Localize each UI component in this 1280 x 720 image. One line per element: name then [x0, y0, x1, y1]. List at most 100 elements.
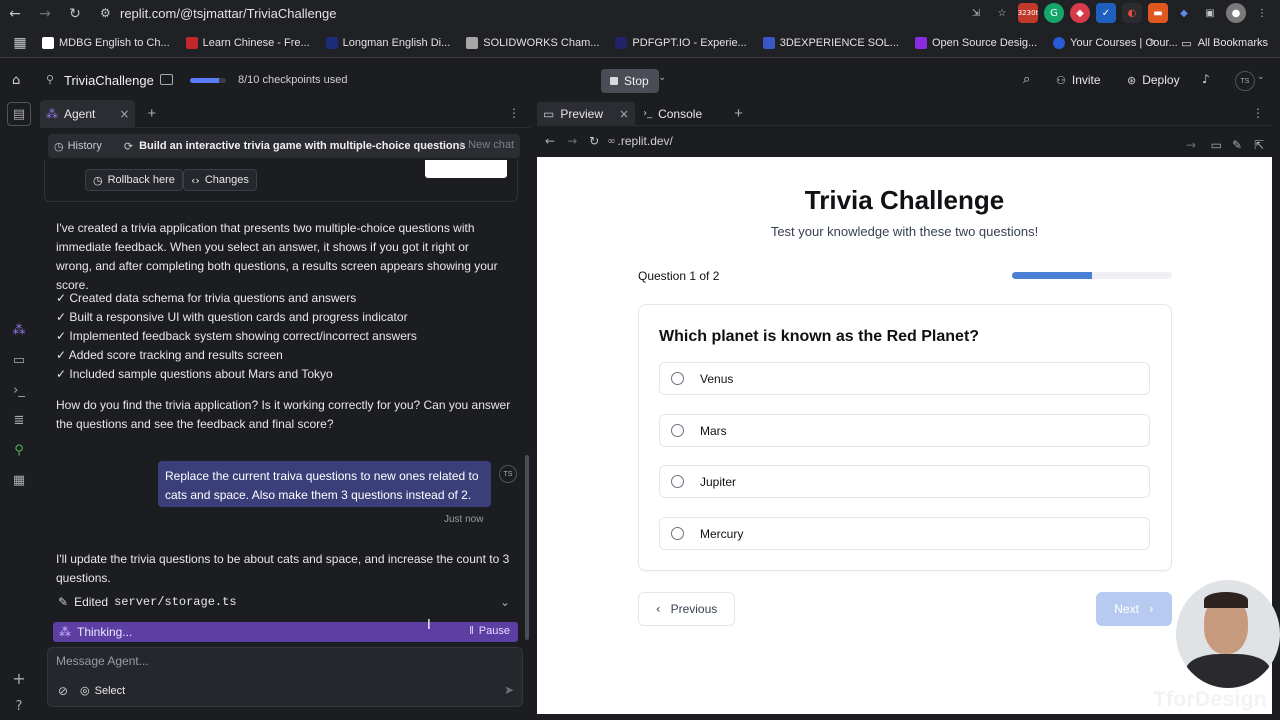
menu-dots-icon[interactable]: ⋮: [1252, 3, 1272, 23]
answer-option[interactable]: Venus: [659, 362, 1150, 395]
webview-icon[interactable]: ▭: [7, 348, 31, 372]
history-icon: ◷: [54, 139, 64, 153]
profile-avatar[interactable]: ●: [1226, 3, 1246, 23]
diamond-extension-icon[interactable]: ◆: [1174, 3, 1194, 23]
avatar-dropdown-icon[interactable]: ⌄: [1257, 72, 1265, 82]
bookmark-star-icon[interactable]: ☆: [992, 3, 1012, 23]
devtools-icon[interactable]: ✎: [1232, 138, 1242, 152]
all-bookmarks[interactable]: ▭ All Bookmarks: [1181, 31, 1268, 55]
send-icon[interactable]: ➤: [504, 683, 514, 697]
checkpoint-progress-fill: [190, 78, 219, 83]
answer-option[interactable]: Mars: [659, 414, 1150, 447]
new-tab-icon[interactable]: +: [147, 105, 156, 122]
bookmark-favicon: [185, 36, 198, 49]
previous-button[interactable]: ‹ Previous: [638, 592, 735, 626]
history-button[interactable]: ◷ History: [48, 140, 102, 153]
search-icon[interactable]: ⌕: [1023, 72, 1030, 87]
help-icon[interactable]: ?: [7, 694, 31, 718]
orange-extension-icon[interactable]: ▬: [1148, 3, 1168, 23]
answer-option[interactable]: Mercury: [659, 517, 1150, 550]
agent-icon[interactable]: ⁂: [7, 318, 31, 342]
answer-option[interactable]: Jupiter: [659, 465, 1150, 498]
new-chat-button[interactable]: + New chat: [458, 139, 514, 151]
extension-icons: ⇲ ☆ 3230t G ◆ ✓ ◐ ▬ ◆ ▣ ● ⋮: [966, 3, 1272, 23]
tab-console[interactable]: ›_ Console: [643, 107, 702, 121]
tools-grid-icon[interactable]: ▦: [7, 468, 31, 492]
preview-forward-icon[interactable]: →: [567, 134, 577, 148]
next-button[interactable]: Next ›: [1096, 592, 1172, 626]
checkpoint-icon[interactable]: [160, 74, 173, 85]
invite-button[interactable]: ⚇ Invite: [1056, 73, 1101, 87]
stop-button[interactable]: Stop: [601, 69, 659, 93]
bookmark-item[interactable]: Longman English Di...: [320, 31, 457, 55]
go-icon[interactable]: →: [1186, 138, 1196, 152]
bookmark-item[interactable]: 3DEXPERIENCE SOL...: [757, 31, 905, 55]
preview-reload-icon[interactable]: ↻: [589, 134, 599, 148]
bookmark-item[interactable]: SOLIDWORKS Cham...: [460, 31, 605, 55]
attach-icon[interactable]: ⊘: [58, 684, 68, 698]
message-timestamp: Just now: [444, 514, 484, 525]
pane-menu-icon[interactable]: ⋮: [508, 106, 520, 120]
open-new-window-icon[interactable]: ⇱: [1254, 138, 1264, 152]
database-icon[interactable]: ≣: [7, 408, 31, 432]
message-list: ◷ Rollback here ‹› Changes I've created …: [40, 160, 526, 645]
home-icon[interactable]: ⌂: [12, 73, 26, 88]
preview-menu-icon[interactable]: ⋮: [1252, 106, 1264, 120]
project-icon: ⚲: [46, 73, 55, 86]
shield-icon[interactable]: ◆: [1070, 3, 1090, 23]
devices-icon[interactable]: ▭: [1211, 138, 1222, 152]
bookmark-item[interactable]: MDBG English to Ch...: [36, 31, 176, 55]
bookmark-item[interactable]: PDFGPT.IO - Experie...: [609, 31, 752, 55]
extension-badge-icon[interactable]: 3230t: [1018, 3, 1038, 23]
bookmarks-overflow-icon[interactable]: »: [1149, 35, 1156, 48]
secrets-icon[interactable]: ⚲: [7, 438, 31, 462]
rollback-button[interactable]: ◷ Rollback here: [85, 169, 183, 191]
bookmark-favicon: [615, 36, 628, 49]
thinking-status: ⁂ Thinking... ‖ Pause: [53, 622, 518, 642]
pause-button[interactable]: ‖ Pause: [469, 625, 510, 637]
bookmark-item[interactable]: Open Source Desig...: [909, 31, 1043, 55]
bell-icon[interactable]: ♪: [1202, 72, 1210, 86]
reload-icon[interactable]: ↻: [60, 1, 90, 27]
apps-grid-icon[interactable]: ▦: [8, 30, 32, 56]
changes-button[interactable]: ‹› Changes: [183, 169, 257, 191]
grammarly-icon[interactable]: G: [1044, 3, 1064, 23]
project-name[interactable]: TriviaChallenge: [64, 73, 154, 88]
back-icon[interactable]: ←: [0, 1, 30, 27]
stop-dropdown-icon[interactable]: ⌄: [658, 72, 666, 83]
check-icon[interactable]: ✓: [1096, 3, 1116, 23]
shell-icon[interactable]: ›_: [7, 378, 31, 402]
checkpoint-thumbnail: [425, 160, 507, 178]
question-progress: [1012, 272, 1172, 279]
close-tab-icon[interactable]: ×: [119, 107, 129, 121]
edited-file-row[interactable]: ✎ Edited server/storage.ts ⌄: [58, 595, 518, 609]
checklist: ✓ Created data schema for trivia questio…: [56, 289, 516, 384]
new-tool-icon[interactable]: +: [7, 666, 31, 690]
thread-title[interactable]: Build an interactive trivia game with mu…: [139, 140, 465, 152]
bookmark-item[interactable]: Your Courses | Cour...: [1047, 31, 1184, 55]
circle-icon[interactable]: ◐: [1122, 3, 1142, 23]
tab-agent[interactable]: ⁂ Agent ×: [40, 99, 136, 128]
files-icon[interactable]: ▤: [7, 102, 31, 126]
message-input[interactable]: Message Agent...: [56, 654, 149, 668]
agent-tab-icon: ⁂: [46, 106, 58, 121]
tab-preview[interactable]: ▭ Preview ×: [537, 101, 636, 126]
checkpoint-card: ◷ Rollback here ‹› Changes: [44, 160, 518, 202]
preview-back-icon[interactable]: ←: [545, 134, 555, 148]
select-button[interactable]: ◎ Select: [80, 684, 125, 697]
user-avatar[interactable]: TS: [1235, 71, 1255, 91]
message-scrollbar[interactable]: [525, 455, 529, 640]
expand-icon[interactable]: ⌄: [500, 595, 510, 609]
site-info-icon[interactable]: ⚙: [100, 6, 120, 20]
bookmark-item[interactable]: Learn Chinese - Fre...: [180, 31, 316, 55]
address-bar[interactable]: ⚙ replit.com/@tsjmattar/TriviaChallenge: [100, 2, 890, 24]
new-preview-tab-icon[interactable]: +: [734, 105, 743, 122]
deploy-button[interactable]: ⊛ Deploy: [1127, 73, 1180, 87]
forward-icon[interactable]: →: [30, 1, 60, 27]
question-text: Which planet is known as the Red Planet?: [659, 328, 980, 345]
install-icon[interactable]: ⇲: [966, 3, 986, 23]
close-preview-icon[interactable]: ×: [619, 107, 629, 121]
stop-icon: [610, 77, 618, 85]
puzzle-icon[interactable]: ▣: [1200, 3, 1220, 23]
preview-url[interactable]: .replit.dev/: [618, 134, 673, 148]
